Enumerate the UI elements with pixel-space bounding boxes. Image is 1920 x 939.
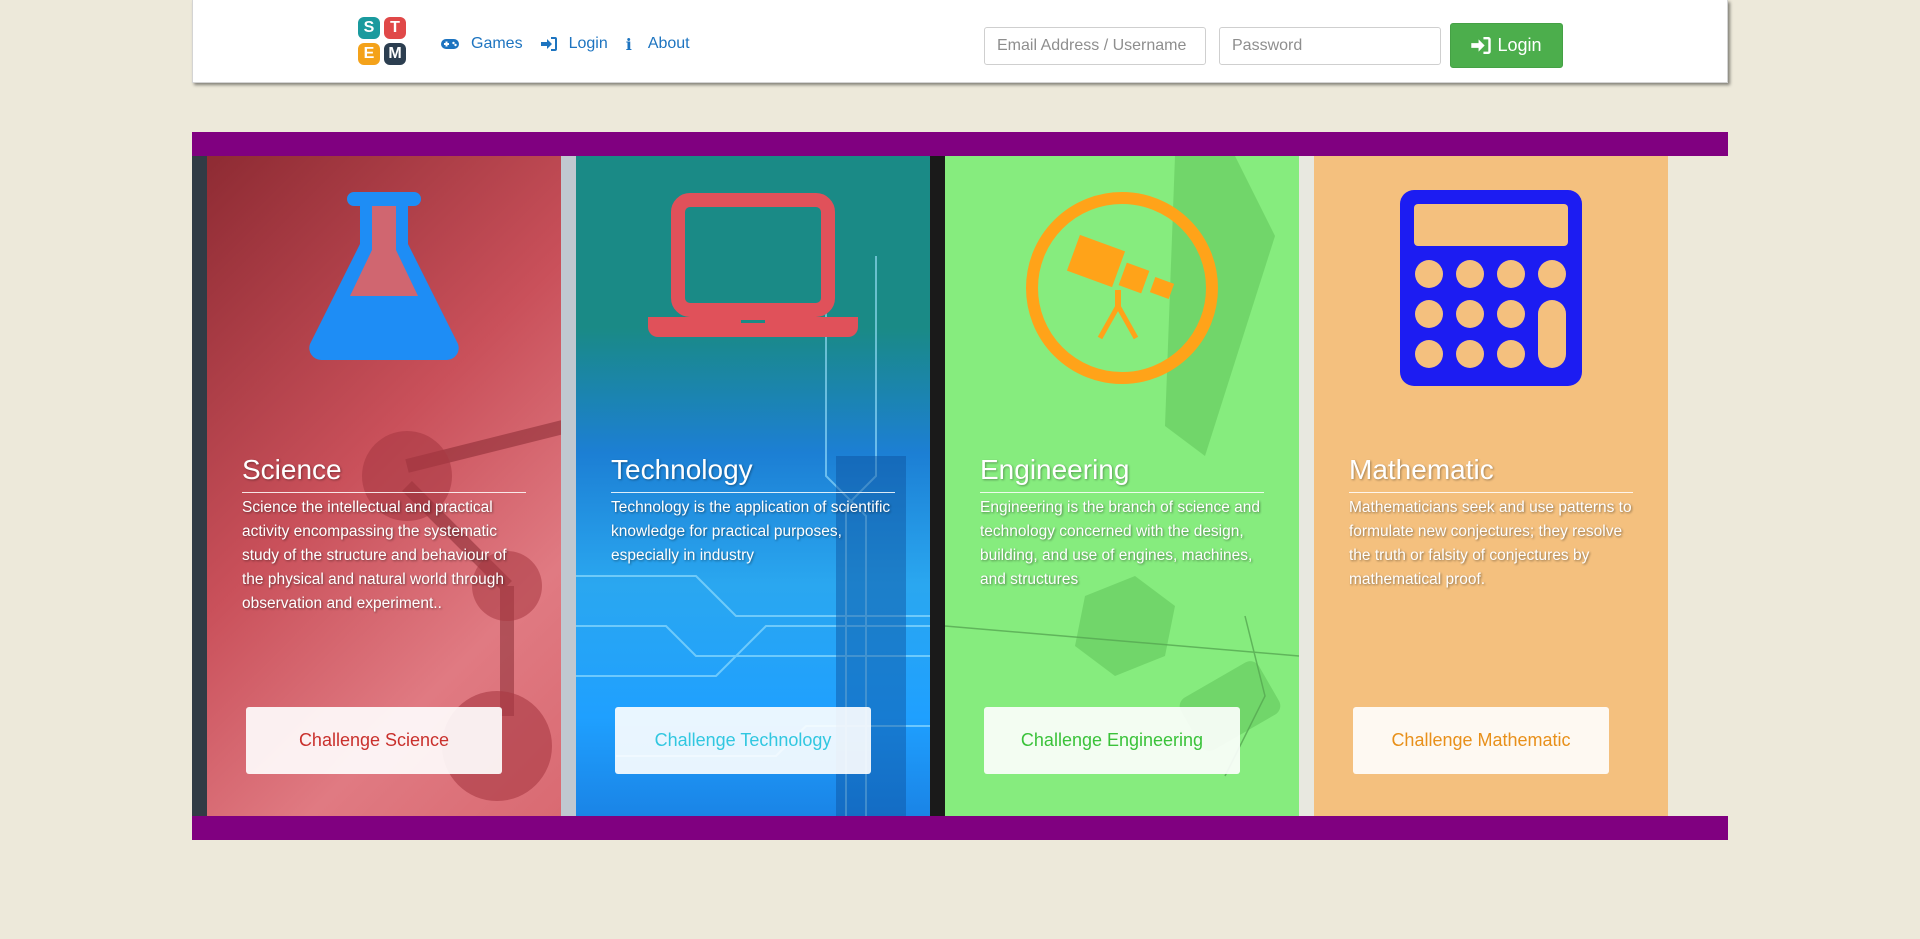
nav-link-games-label: Games: [471, 35, 523, 52]
card-description-technology: Technology is the application of scienti…: [611, 499, 891, 564]
card-mathematic: Mathematic Mathematicians seek and use p…: [1314, 156, 1668, 816]
logo-tile-m: M: [384, 43, 406, 65]
password-input[interactable]: [1219, 27, 1441, 65]
stem-banner: Science Science the intellectual and pra…: [192, 132, 1728, 840]
gamepad-icon: [441, 39, 459, 49]
flask-icon: [207, 190, 561, 360]
card-engineering: Engineering Engineering is the branch of…: [945, 156, 1299, 816]
card-title-engineering: Engineering: [980, 454, 1264, 493]
nav-link-about[interactable]: i About: [626, 35, 690, 54]
email-username-input[interactable]: [984, 27, 1206, 65]
card-gap: [561, 156, 576, 816]
logo-tile-e: E: [358, 43, 380, 65]
nav-links: Games Login i About: [441, 34, 708, 54]
banner-strip: Science Science the intellectual and pra…: [192, 156, 1728, 816]
stem-logo[interactable]: S T E M: [358, 17, 410, 67]
card-gap: [1299, 156, 1314, 816]
card-gap: [930, 156, 945, 816]
card-description-science: Science the intellectual and practical a…: [242, 499, 507, 612]
card-science: Science Science the intellectual and pra…: [207, 156, 561, 816]
nav-link-about-label: About: [647, 35, 690, 52]
calculator-icon: [1314, 190, 1668, 386]
card-title-science: Science: [242, 454, 526, 493]
challenge-science-button[interactable]: Challenge Science: [246, 707, 502, 774]
card-title-technology: Technology: [611, 454, 895, 493]
challenge-mathematic-button[interactable]: Challenge Mathematic: [1353, 707, 1609, 774]
login-button[interactable]: Login: [1450, 23, 1563, 68]
nav-link-games[interactable]: Games: [441, 35, 523, 53]
login-button-label: Login: [1497, 35, 1542, 55]
telescope-icon: [945, 190, 1299, 386]
logo-tile-s: S: [358, 17, 380, 39]
card-description-mathematic: Mathematicians seek and use patterns to …: [1349, 499, 1632, 588]
info-icon: i: [625, 34, 632, 54]
card-title-mathematic: Mathematic: [1349, 454, 1633, 493]
challenge-technology-button[interactable]: Challenge Technology: [615, 707, 871, 774]
sign-in-icon: [1471, 37, 1492, 54]
nav-link-login[interactable]: Login: [540, 35, 608, 53]
top-navbar: S T E M Games Login i About Email Addres…: [192, 0, 1728, 83]
card-description-engineering: Engineering is the branch of science and…: [980, 499, 1261, 588]
banner-right-edge: [1668, 156, 1728, 816]
logo-tile-t: T: [384, 17, 406, 39]
sign-in-icon: [540, 37, 557, 51]
card-technology: Technology Technology is the application…: [576, 156, 930, 816]
nav-link-login-label: Login: [568, 35, 608, 52]
laptop-icon: [576, 190, 930, 340]
challenge-engineering-button[interactable]: Challenge Engineering: [984, 707, 1240, 774]
